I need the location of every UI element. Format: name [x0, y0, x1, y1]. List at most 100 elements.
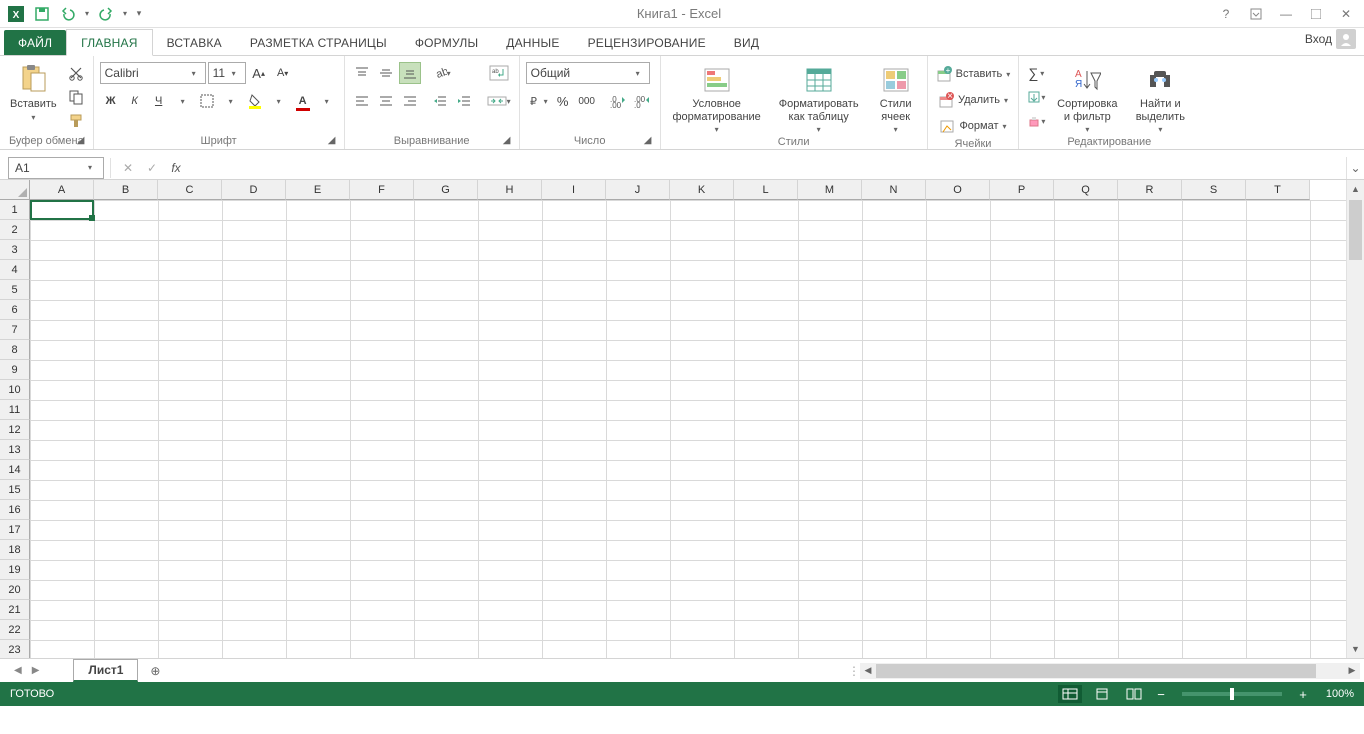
row-header[interactable]: 8 — [0, 340, 30, 360]
row-header[interactable]: 16 — [0, 500, 30, 520]
column-header[interactable]: G — [414, 180, 478, 200]
row-header[interactable]: 14 — [0, 460, 30, 480]
row-header[interactable]: 20 — [0, 580, 30, 600]
column-header[interactable]: K — [670, 180, 734, 200]
row-header[interactable]: 17 — [0, 520, 30, 540]
underline-more[interactable]: ▾ — [172, 90, 194, 112]
scroll-up-arrow[interactable]: ▲ — [1347, 180, 1364, 198]
expand-formula-bar[interactable]: ⌄ — [1346, 157, 1364, 179]
row-header[interactable]: 4 — [0, 260, 30, 280]
scroll-right-arrow[interactable]: ▶ — [1344, 665, 1360, 676]
redo-more[interactable]: ▾ — [120, 2, 130, 26]
zoom-level[interactable]: 100% — [1318, 688, 1354, 700]
delete-cells-button[interactable]: ×Удалить▾ — [934, 88, 1013, 112]
help-button[interactable]: ? — [1212, 4, 1240, 24]
row-header[interactable]: 12 — [0, 420, 30, 440]
tab-view[interactable]: ВИД — [720, 30, 773, 55]
redo-button[interactable] — [94, 2, 118, 26]
number-format-combo[interactable]: Общий▾ — [526, 62, 650, 84]
format-as-table-button[interactable]: Форматировать как таблицу▾ — [771, 62, 867, 136]
column-header[interactable]: R — [1118, 180, 1182, 200]
row-header[interactable]: 3 — [0, 240, 30, 260]
column-header[interactable]: Q — [1054, 180, 1118, 200]
view-normal-button[interactable] — [1058, 685, 1082, 703]
row-header[interactable]: 10 — [0, 380, 30, 400]
column-header[interactable]: J — [606, 180, 670, 200]
cut-button[interactable] — [65, 62, 87, 84]
fill-color-button[interactable] — [244, 90, 266, 112]
column-header[interactable]: N — [862, 180, 926, 200]
row-header[interactable]: 19 — [0, 560, 30, 580]
undo-button[interactable] — [56, 2, 80, 26]
hscroll-thumb[interactable] — [876, 664, 1316, 678]
row-header[interactable]: 1 — [0, 200, 30, 220]
wrap-text-button[interactable]: ab — [485, 62, 513, 84]
column-header[interactable]: F — [350, 180, 414, 200]
scroll-down-arrow[interactable]: ▼ — [1347, 640, 1364, 658]
row-header[interactable]: 6 — [0, 300, 30, 320]
cell-styles-button[interactable]: Стили ячеек▾ — [871, 62, 921, 136]
autosum-button[interactable]: ∑▾ — [1025, 62, 1047, 84]
row-header[interactable]: 11 — [0, 400, 30, 420]
maximize-button[interactable] — [1302, 4, 1330, 24]
column-header[interactable]: T — [1246, 180, 1310, 200]
new-sheet-button[interactable]: ⊕ — [144, 660, 166, 682]
row-header[interactable]: 9 — [0, 360, 30, 380]
format-painter-button[interactable] — [65, 110, 87, 132]
number-launcher[interactable]: ◢ — [642, 135, 654, 147]
row-header[interactable]: 21 — [0, 600, 30, 620]
align-bottom-button[interactable] — [399, 62, 421, 84]
row-header[interactable]: 18 — [0, 540, 30, 560]
tab-review[interactable]: РЕЦЕНЗИРОВАНИЕ — [574, 30, 720, 55]
signin-button[interactable]: Вход — [1297, 23, 1364, 55]
percent-format-button[interactable]: % — [552, 90, 574, 112]
cancel-formula-button[interactable]: ✕ — [117, 158, 139, 178]
save-button[interactable] — [30, 2, 54, 26]
zoom-slider[interactable] — [1182, 692, 1282, 696]
shrink-font-button[interactable]: A▾ — [272, 62, 294, 84]
qat-customize[interactable]: ▾ — [132, 2, 146, 26]
scroll-left-arrow[interactable]: ◀ — [860, 665, 876, 676]
format-cells-button[interactable]: Формат▾ — [934, 114, 1013, 138]
border-button[interactable] — [196, 90, 218, 112]
increase-indent-button[interactable] — [453, 90, 475, 112]
fill-more[interactable]: ▾ — [268, 90, 290, 112]
column-header[interactable]: D — [222, 180, 286, 200]
cells-area[interactable] — [30, 200, 1346, 658]
sheet-next-button[interactable]: ▶ — [32, 665, 40, 676]
tab-data[interactable]: ДАННЫЕ — [492, 30, 573, 55]
tab-insert[interactable]: ВСТАВКА — [153, 30, 236, 55]
sheet-prev-button[interactable]: ◀ — [14, 665, 22, 676]
column-header[interactable]: B — [94, 180, 158, 200]
comma-format-button[interactable]: 000 — [576, 90, 598, 112]
zoom-thumb[interactable] — [1230, 688, 1234, 700]
active-cell[interactable] — [30, 200, 94, 220]
row-header[interactable]: 22 — [0, 620, 30, 640]
align-center-button[interactable] — [375, 90, 397, 112]
column-header[interactable]: L — [734, 180, 798, 200]
row-header[interactable]: 23 — [0, 640, 30, 658]
fill-button[interactable]: ▾ — [1025, 86, 1047, 108]
row-header[interactable]: 13 — [0, 440, 30, 460]
tab-file[interactable]: ФАЙЛ — [4, 30, 66, 55]
row-header[interactable]: 2 — [0, 220, 30, 240]
find-select-button[interactable]: Найти и выделить▾ — [1127, 62, 1193, 136]
copy-button[interactable] — [65, 86, 87, 108]
zoom-out-button[interactable]: − — [1154, 687, 1168, 702]
insert-cells-button[interactable]: +Вставить▾ — [934, 62, 1013, 86]
column-header[interactable]: M — [798, 180, 862, 200]
underline-button[interactable]: Ч — [148, 90, 170, 112]
column-header[interactable]: I — [542, 180, 606, 200]
select-all-button[interactable] — [0, 180, 30, 200]
insert-function-button[interactable]: fx — [165, 158, 187, 178]
close-button[interactable]: ✕ — [1332, 4, 1360, 24]
tab-formulas[interactable]: ФОРМУЛЫ — [401, 30, 492, 55]
increase-decimal-button[interactable]: .0.00 — [608, 90, 630, 112]
font-name-combo[interactable]: Calibri▾ — [100, 62, 206, 84]
vertical-scrollbar[interactable]: ▲ ▼ — [1346, 180, 1364, 658]
column-header[interactable]: P — [990, 180, 1054, 200]
decrease-decimal-button[interactable]: .00.0 — [632, 90, 654, 112]
font-launcher[interactable]: ◢ — [326, 135, 338, 147]
formula-input[interactable] — [193, 157, 1346, 179]
vscroll-thumb[interactable] — [1349, 200, 1362, 260]
